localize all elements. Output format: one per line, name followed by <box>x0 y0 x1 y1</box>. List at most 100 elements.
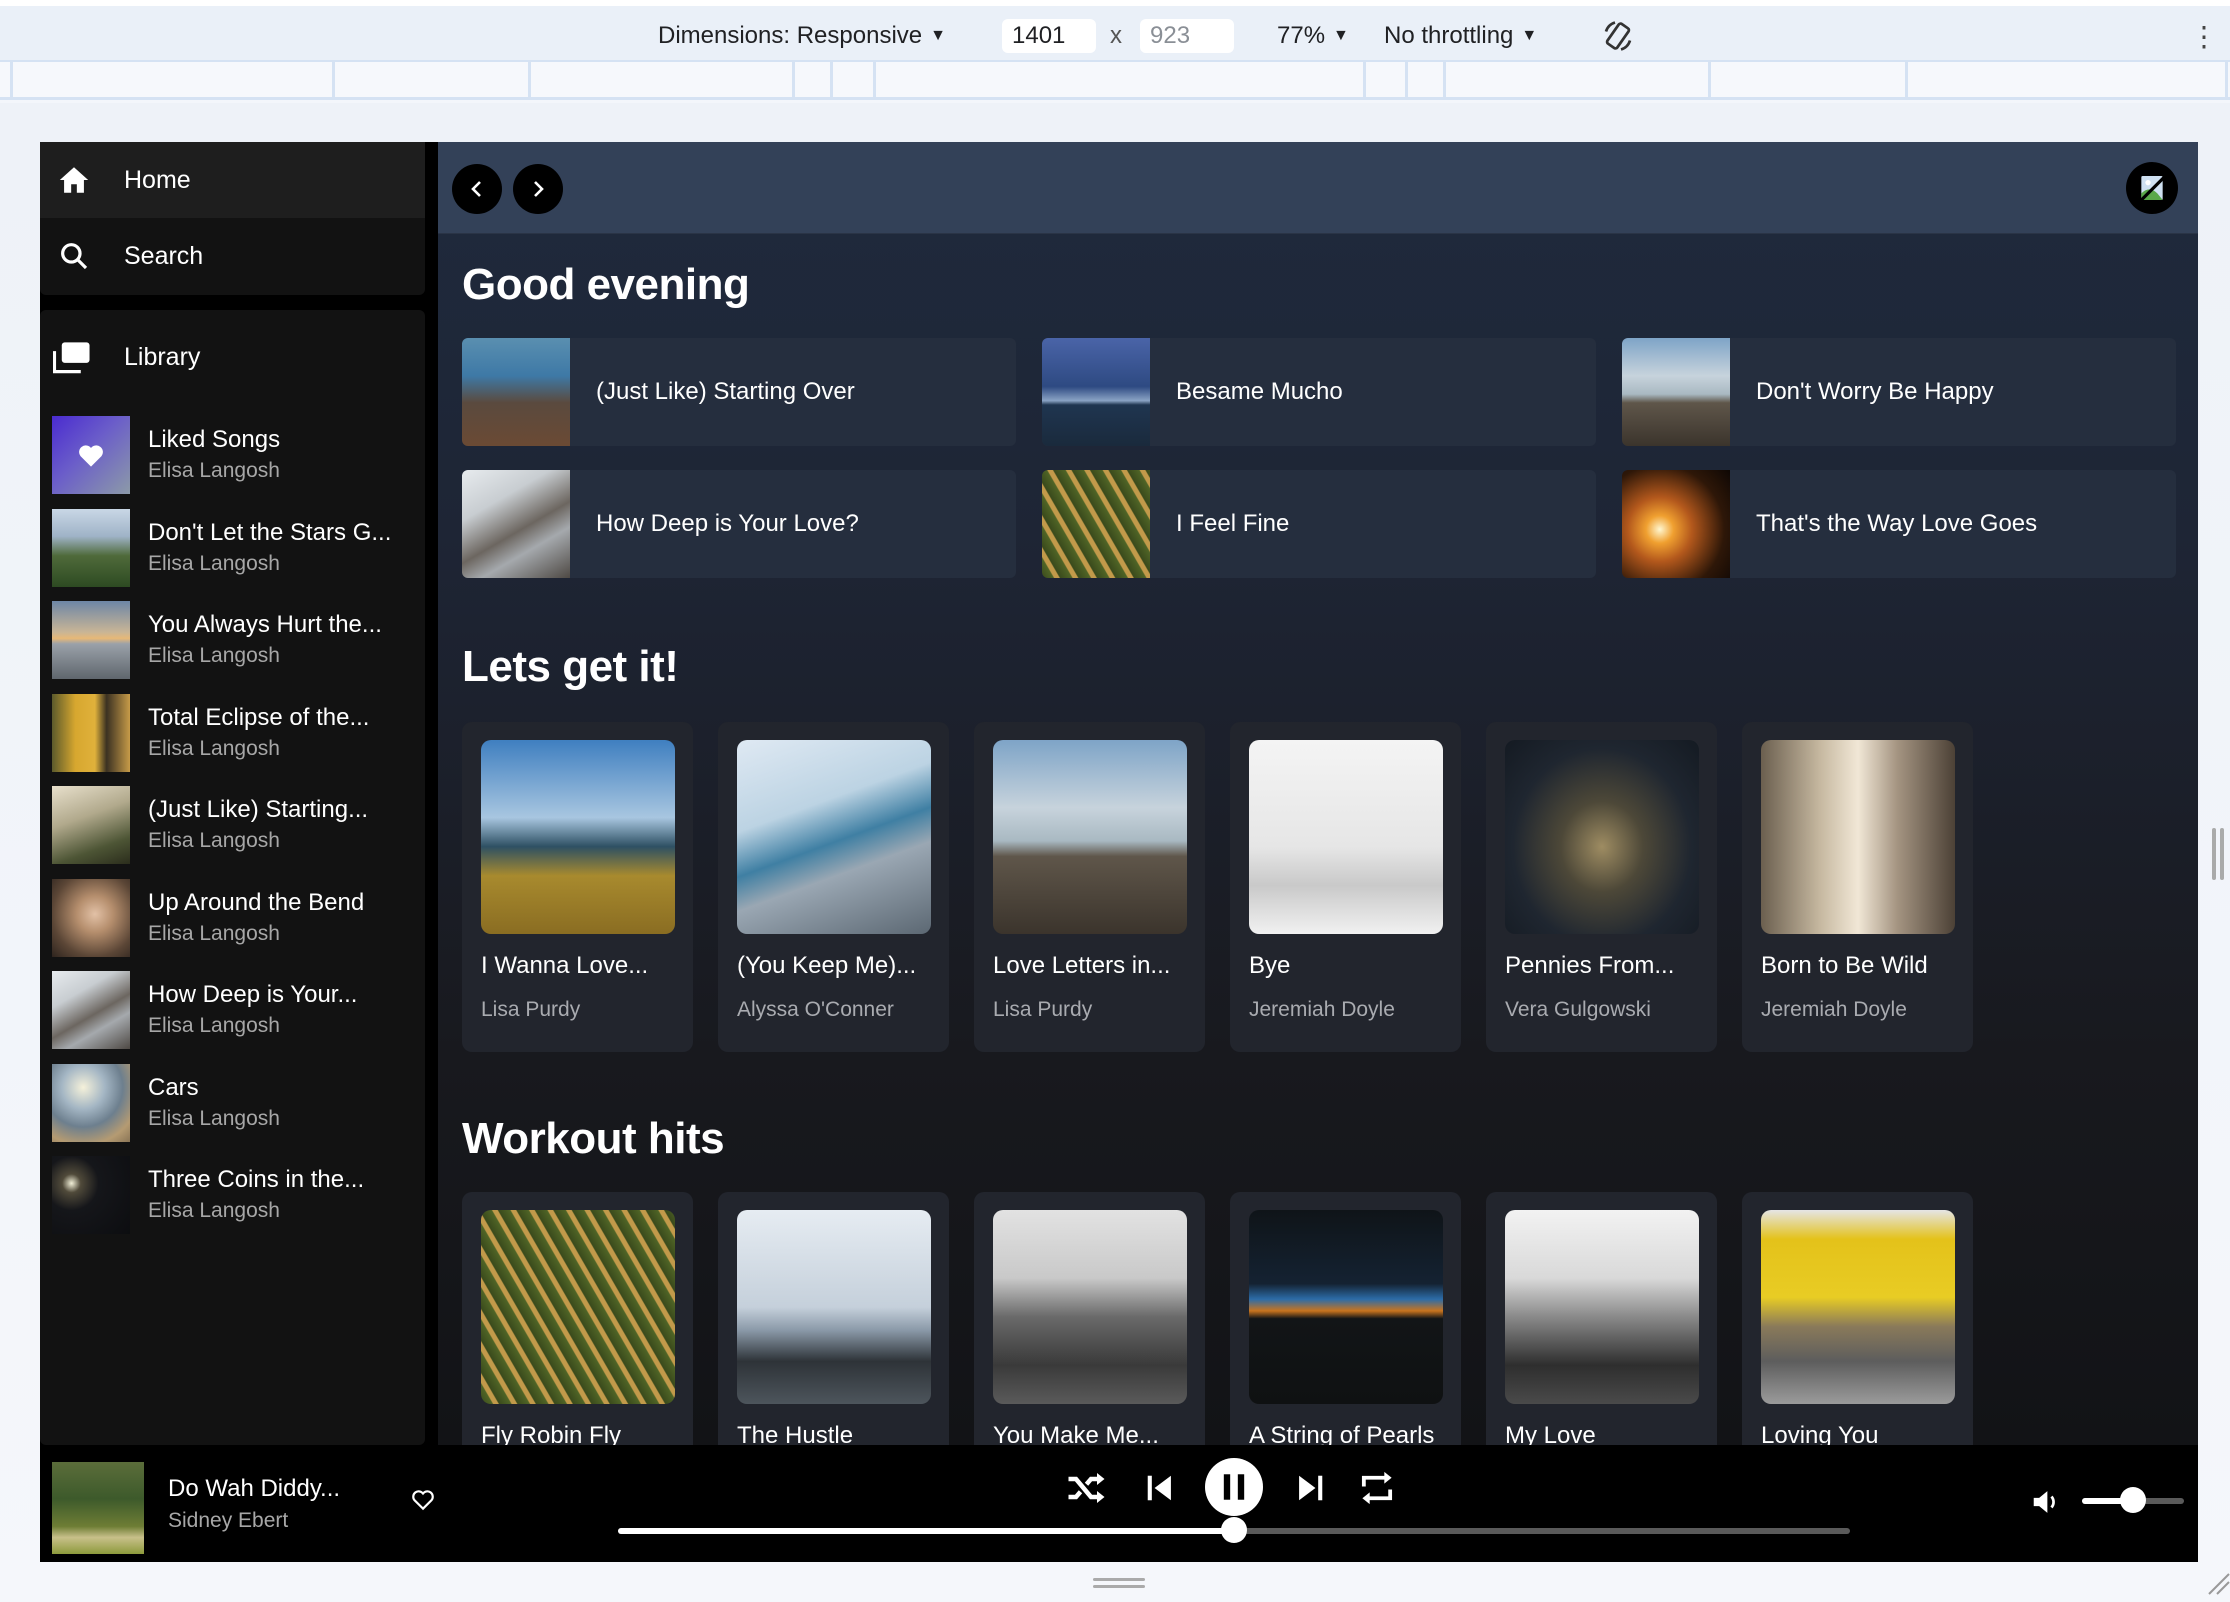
library-item-artwork <box>52 786 130 865</box>
quick-pick-artwork <box>1042 338 1150 446</box>
card-artist: Lisa Purdy <box>481 998 581 1021</box>
library-item-title: How Deep is Your... <box>148 981 358 1009</box>
resize-handle-right[interactable] <box>2212 828 2224 880</box>
resize-handle-corner[interactable] <box>2205 1570 2230 1595</box>
library-item[interactable]: How Deep is Your... Elisa Langosh <box>40 964 425 1057</box>
playlist-card[interactable]: The Hustle <box>718 1192 949 1445</box>
progress-handle[interactable] <box>1221 1517 1247 1543</box>
sidebar-item-search[interactable]: Search <box>40 218 425 294</box>
card-artist: Jeremiah Doyle <box>1761 998 1907 1021</box>
volume-icon <box>2033 1491 2055 1513</box>
library-item-artwork <box>52 971 130 1050</box>
play-pause-button[interactable] <box>1205 1458 1263 1516</box>
volume-slider[interactable] <box>2082 1487 2184 1513</box>
library-item-title: Total Eclipse of the... <box>148 703 370 731</box>
library-item-text: Don't Let the Stars G... Elisa Langosh <box>148 517 391 579</box>
library-item-subtitle: Elisa Langosh <box>148 1199 280 1223</box>
library-item[interactable]: Total Eclipse of the... Elisa Langosh <box>40 687 425 780</box>
library-header[interactable]: Library <box>40 322 425 392</box>
library-item-subtitle: Elisa Langosh <box>148 551 280 575</box>
playlist-card[interactable]: Loving You <box>1742 1192 1973 1445</box>
card-title: My Love <box>1505 1422 1596 1445</box>
card-artwork <box>993 1210 1187 1404</box>
card-title: A String of Pearls <box>1249 1422 1435 1445</box>
library-item[interactable]: Three Coins in the... Elisa Langosh <box>40 1149 425 1242</box>
library-item-artwork <box>52 1063 130 1142</box>
playlist-card[interactable]: Bye Jeremiah Doyle <box>1230 722 1461 1052</box>
quick-pick-tile[interactable]: I Feel Fine <box>1042 470 1596 578</box>
playlist-card[interactable]: A String of Pearls <box>1230 1192 1461 1445</box>
height-input[interactable]: 923 <box>1140 19 1234 53</box>
quick-pick-title: Don't Worry Be Happy <box>1756 378 1994 405</box>
quick-pick-title: That's the Way Love Goes <box>1756 510 2038 537</box>
width-input[interactable]: 1401 <box>1002 19 1096 53</box>
playlist-card[interactable]: You Make Me... <box>974 1192 1205 1445</box>
shuffle-button[interactable] <box>1064 1463 1112 1513</box>
quick-pick-tile[interactable]: That's the Way Love Goes <box>1622 470 2176 578</box>
library-label: Library <box>124 342 201 371</box>
library-item[interactable]: (Just Like) Starting... Elisa Langosh <box>40 779 425 872</box>
zoom-dropdown[interactable]: 77% ▼ <box>1277 20 1349 52</box>
quick-pick-artwork <box>1622 338 1730 446</box>
library-item-title: Three Coins in the... <box>148 1166 365 1194</box>
library-item-title: Cars <box>148 1073 199 1101</box>
playlist-card[interactable]: Pennies From... Vera Gulgowski <box>1486 722 1717 1052</box>
library-item[interactable]: Up Around the Bend Elisa Langosh <box>40 872 425 965</box>
dimensions-dropdown[interactable]: Dimensions: Responsive ▼ <box>658 20 946 52</box>
card-title: Fly Robin Fly <box>481 1422 622 1445</box>
quick-pick-title: Besame Mucho <box>1176 378 1343 405</box>
card-artwork <box>1761 1210 1955 1404</box>
quick-pick-tile[interactable]: How Deep is Your Love? <box>462 470 1016 578</box>
library-item[interactable]: Don't Let the Stars G... Elisa Langosh <box>40 502 425 595</box>
user-avatar[interactable] <box>2126 162 2178 214</box>
quick-pick-tile[interactable]: (Just Like) Starting Over <box>462 338 1016 446</box>
card-artwork <box>993 740 1187 934</box>
library-panel: Library Liked Songs Elisa Langosh Don't Le… <box>40 310 425 1445</box>
library-item-artwork <box>52 601 130 680</box>
playlist-card[interactable]: My Love <box>1486 1192 1717 1445</box>
playlist-card[interactable]: Love Letters in... Lisa Purdy <box>974 722 1205 1052</box>
greeting-heading: Good evening <box>462 260 750 309</box>
now-playing-title[interactable]: Do Wah Diddy... <box>168 1475 340 1503</box>
previous-button[interactable] <box>1140 1463 1180 1513</box>
repeat-button[interactable] <box>1356 1463 1398 1513</box>
like-button[interactable] <box>410 1487 436 1518</box>
quick-pick-artwork <box>1042 470 1150 578</box>
volume-handle[interactable] <box>2120 1487 2146 1513</box>
library-item[interactable]: Cars Elisa Langosh <box>40 1057 425 1150</box>
dropdown-caret-icon: ▼ <box>930 27 946 44</box>
broken-image-icon <box>2138 176 2166 203</box>
resize-handle-bottom[interactable] <box>1093 1578 1145 1590</box>
sidebar-item-home[interactable]: Home <box>40 142 425 218</box>
heart-icon <box>79 445 103 467</box>
forward-button[interactable] <box>513 164 563 214</box>
library-item-subtitle: Elisa Langosh <box>148 921 280 945</box>
quick-pick-tile[interactable]: Don't Worry Be Happy <box>1622 338 2176 446</box>
back-button[interactable] <box>452 164 502 214</box>
playlist-card[interactable]: I Wanna Love... Lisa Purdy <box>462 722 693 1052</box>
quick-pick-artwork <box>1622 470 1730 578</box>
playlist-card[interactable]: (You Keep Me)... Alyssa O'Conner <box>718 722 949 1052</box>
card-artwork <box>1505 740 1699 934</box>
dropdown-caret-icon: ▼ <box>1333 27 1349 44</box>
library-item-title: (Just Like) Starting... <box>148 796 369 824</box>
sidebar-item-label: Search <box>124 241 204 270</box>
playback-progress-slider[interactable] <box>618 1517 1850 1543</box>
next-button[interactable] <box>1290 1463 1330 1513</box>
quick-pick-tile[interactable]: Besame Mucho <box>1042 338 1596 446</box>
playlist-card[interactable]: Fly Robin Fly <box>462 1192 693 1445</box>
library-item-text: Total Eclipse of the... Elisa Langosh <box>148 702 369 764</box>
card-artwork <box>1249 1210 1443 1404</box>
section-heading: Workout hits <box>462 1114 725 1163</box>
library-item-subtitle: Elisa Langosh <box>148 829 280 853</box>
library-item[interactable]: You Always Hurt the... Elisa Langosh <box>40 594 425 687</box>
now-playing-artist[interactable]: Sidney Ebert <box>168 1509 288 1533</box>
quick-pick-title: How Deep is Your Love? <box>596 510 859 537</box>
playlist-card[interactable]: Born to Be Wild Jeremiah Doyle <box>1742 722 1973 1052</box>
more-options-icon[interactable]: ⋮ <box>2190 20 2218 52</box>
rotate-button[interactable] <box>1600 20 1636 52</box>
throttling-dropdown[interactable]: No throttling ▼ <box>1384 20 1537 52</box>
volume-button[interactable] <box>2030 1487 2062 1522</box>
library-item[interactable]: Liked Songs Elisa Langosh <box>40 409 425 502</box>
shuffle-icon <box>1068 1473 1105 1503</box>
